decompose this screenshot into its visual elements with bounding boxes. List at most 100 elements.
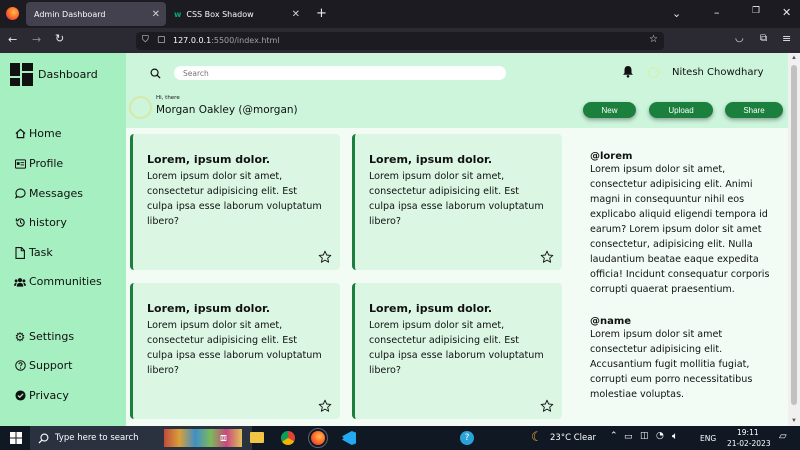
list-tabs-icon[interactable]: ⌄	[672, 7, 681, 20]
search-icon	[38, 431, 49, 449]
back-icon[interactable]: ←	[8, 33, 17, 46]
card-body: Lorem ipsum dolor sit amet, consectetur …	[369, 320, 544, 376]
dashboard-logo-icon	[10, 63, 33, 86]
card-title: Lorem, ipsum dolor.	[147, 153, 271, 166]
extensions-icon[interactable]: ⧉	[760, 33, 767, 44]
address-bar[interactable]: ⛉ ▢ 127.0.0.1:5500/index.html ☆	[136, 32, 664, 50]
sidebar-item-label: Communities	[29, 275, 102, 288]
profile-avatar[interactable]	[129, 96, 152, 119]
wifi-icon[interactable]: ◔	[656, 431, 664, 441]
star-icon[interactable]	[318, 250, 332, 264]
notifications-icon[interactable]: ▱	[779, 431, 787, 442]
help-icon[interactable]: ?	[460, 431, 474, 445]
star-icon[interactable]	[540, 250, 554, 264]
question-icon	[14, 360, 26, 372]
tab-css-box-shadow[interactable]: w CSS Box Shadow ✕	[166, 2, 306, 26]
sidebar-item-privacy[interactable]: Privacy	[14, 389, 69, 402]
forward-icon[interactable]: →	[32, 33, 41, 46]
pocket-icon[interactable]: ◡	[735, 33, 744, 44]
content-card: Lorem, ipsum dolor. Lorem ipsum dolor si…	[130, 283, 340, 419]
file-explorer-icon[interactable]	[250, 432, 264, 443]
dashboard-page: Dashboard Home Profile Messages history …	[0, 53, 788, 426]
star-icon[interactable]	[318, 399, 332, 413]
firefox-menu-icon[interactable]	[6, 7, 19, 20]
bell-icon[interactable]	[622, 65, 634, 83]
card-body: Lorem ipsum dolor sit amet, consectetur …	[369, 171, 544, 227]
page-info-icon[interactable]: ▢	[157, 35, 166, 45]
taskbar-search-placeholder: Type here to search	[55, 433, 139, 443]
app-menu-icon[interactable]: ≡	[782, 32, 791, 45]
sidebar-item-history[interactable]: history	[14, 216, 67, 229]
vscode-icon[interactable]	[342, 431, 356, 445]
search-icon[interactable]	[150, 66, 161, 84]
scrollbar-thumb[interactable]	[791, 65, 797, 405]
announcements-panel: @lorem Lorem ipsum dolor sit amet, conse…	[570, 128, 788, 426]
user-name: Nitesh Chowdhary	[672, 67, 764, 78]
sidebar: Dashboard Home Profile Messages history …	[0, 53, 126, 426]
sidebar-item-settings[interactable]: ⚙ Settings	[14, 330, 75, 343]
upload-button[interactable]: Upload	[649, 102, 713, 118]
sidebar-item-label: Settings	[29, 330, 75, 343]
weather-moon-icon: ☾	[531, 429, 543, 444]
sidebar-item-label: Messages	[29, 187, 83, 200]
url-text: 127.0.0.1:5500/index.html	[173, 36, 280, 45]
battery-icon[interactable]: ◫	[640, 431, 649, 441]
network-icon[interactable]: ▭	[624, 432, 633, 442]
sidebar-item-label: Support	[29, 359, 73, 372]
announcement-text: Lorem ipsum dolor sit amet, consectetur …	[590, 164, 770, 295]
sidebar-item-label: Task	[29, 246, 53, 259]
profile-name: Morgan Oakley (@morgan)	[156, 104, 298, 116]
tracking-shield-icon[interactable]: ⛉	[142, 35, 149, 45]
language-indicator[interactable]: ENG	[700, 434, 716, 443]
star-icon[interactable]	[540, 399, 554, 413]
volume-icon[interactable]: 🔈︎	[672, 431, 678, 442]
profile-card-icon	[14, 158, 26, 170]
search-input[interactable]	[174, 66, 506, 80]
minimize-icon[interactable]: –	[714, 6, 720, 19]
brand[interactable]: Dashboard	[10, 63, 98, 86]
greeting: Hi, there	[156, 95, 180, 101]
restore-icon[interactable]: ❐	[752, 6, 760, 16]
scroll-down-icon[interactable]: ▼	[791, 418, 797, 424]
close-tab-icon[interactable]: ✕	[292, 9, 300, 20]
card-body: Lorem ipsum dolor sit amet, consectetur …	[147, 320, 322, 376]
share-button[interactable]: Share	[725, 102, 783, 118]
close-window-icon[interactable]: ✕	[782, 6, 791, 19]
weather-text[interactable]: 23°C Clear	[550, 433, 596, 443]
sidebar-item-label: Home	[29, 127, 62, 140]
home-icon	[14, 128, 26, 140]
sidebar-item-communities[interactable]: Communities	[14, 275, 102, 288]
firefox-icon[interactable]	[308, 428, 328, 448]
sidebar-item-label: Profile	[29, 157, 64, 170]
chat-icon	[14, 188, 26, 200]
close-tab-icon[interactable]: ✕	[152, 9, 160, 20]
scroll-up-icon[interactable]: ▲	[791, 55, 797, 61]
clock-time[interactable]: 19:11	[737, 428, 759, 437]
sidebar-item-messages[interactable]: Messages	[14, 187, 83, 200]
new-tab-icon[interactable]: +	[316, 6, 327, 21]
chrome-icon[interactable]	[281, 431, 295, 445]
card-title: Lorem, ipsum dolor.	[369, 302, 493, 315]
card-title: Lorem, ipsum dolor.	[147, 302, 271, 315]
sidebar-item-profile[interactable]: Profile	[14, 157, 63, 170]
reload-icon[interactable]: ↻	[55, 32, 64, 45]
user-avatar[interactable]	[648, 67, 659, 78]
sidebar-item-label: Privacy	[29, 389, 69, 402]
tab-admin-dashboard[interactable]: Admin Dashboard ✕	[26, 2, 166, 26]
check-circle-icon	[14, 390, 26, 402]
sidebar-item-support[interactable]: Support	[14, 359, 72, 372]
page-scrollbar[interactable]: ▲ ▼	[788, 53, 800, 426]
sidebar-item-task[interactable]: Task	[14, 246, 53, 259]
show-hidden-icons[interactable]: ⌃	[610, 431, 618, 441]
browser-tab-bar: Admin Dashboard ✕ w CSS Box Shadow ✕ + ⌄…	[0, 0, 800, 28]
task-icon	[14, 246, 26, 259]
sidebar-item-home[interactable]: Home	[14, 127, 61, 140]
taskbar-search[interactable]: Type here to search	[30, 426, 252, 450]
clock-date[interactable]: 21-02-2023	[727, 439, 771, 448]
bookmark-star-icon[interactable]: ☆	[649, 34, 658, 45]
tab-title: Admin Dashboard	[34, 9, 106, 19]
windows-start-icon[interactable]	[10, 432, 22, 444]
task-view-icon[interactable]: ⧈	[220, 431, 227, 445]
new-button[interactable]: New	[583, 102, 636, 118]
card-body: Lorem ipsum dolor sit amet, consectetur …	[147, 171, 322, 227]
